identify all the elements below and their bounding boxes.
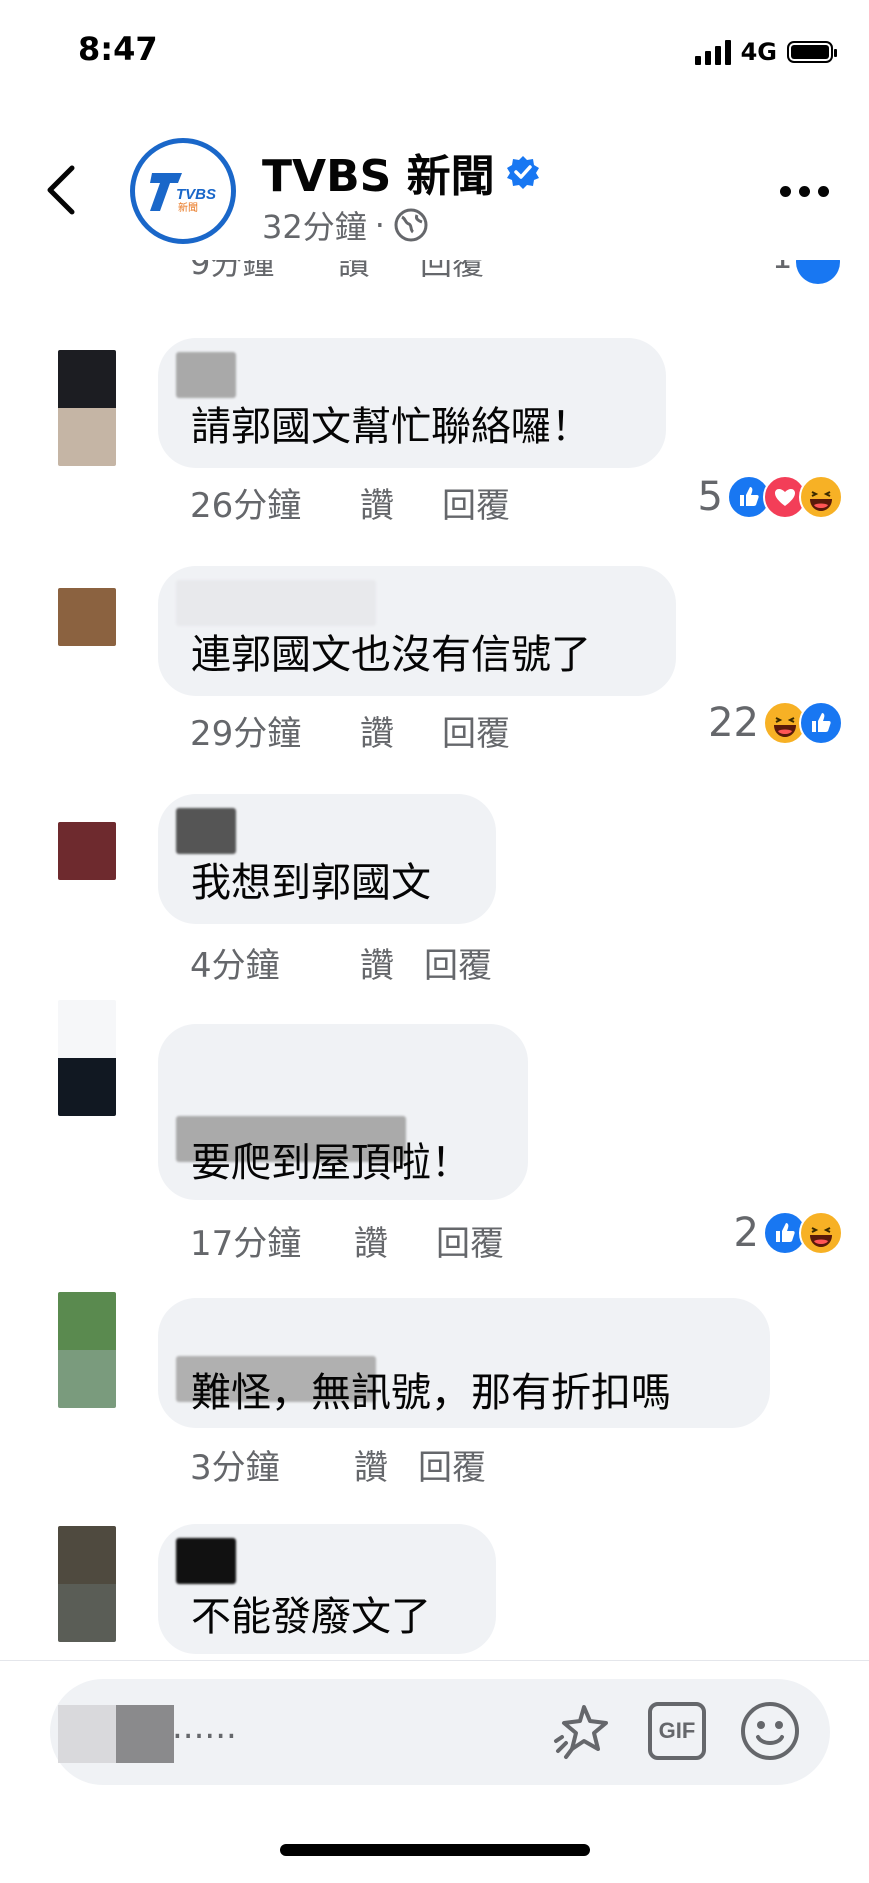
cut-off-comment-actions: 9分鐘 讚 回覆 1 [0,260,869,296]
reply-button[interactable]: 回覆 [442,478,510,527]
reply-button[interactable]: 回覆 [424,938,492,987]
commenter-avatar[interactable] [58,1292,116,1408]
commenter-name-redacted [176,352,236,398]
commenter-avatar[interactable] [58,350,116,466]
comment-actions: 26分鐘 讚 回覆 [190,478,510,527]
like-button[interactable]: 讚 [354,1216,436,1265]
post-time: 32分鐘 [262,208,367,246]
reactions-summary[interactable]: 22 [708,700,843,746]
commenter-name-redacted [176,580,376,626]
comment-time: 29分鐘 [190,714,302,754]
page-name-row: TVBS 新聞 [262,140,541,204]
comment-time: 4分鐘 [190,946,280,986]
commenter-avatar[interactable] [58,588,116,646]
comment-input-placeholder: ...... [172,1707,237,1747]
globe-icon [394,208,428,242]
like-button[interactable]: 讚 [360,478,442,527]
like-reaction-icon [799,701,843,745]
comment-text: 要爬到屋頂啦！ [191,1140,471,1186]
reply-button[interactable]: 回覆 [418,1440,486,1489]
like-button[interactable]: 讚 [360,938,424,987]
meta-separator: · [374,206,385,244]
page-avatar[interactable]: TVBS 新聞 [130,138,236,244]
cut-off-reply[interactable]: 回覆 [420,260,484,284]
reaction-count: 2 [733,1210,759,1256]
more-options-button[interactable] [780,186,829,197]
commenter-avatar[interactable] [58,1000,116,1116]
commenter-name-redacted [176,1538,236,1584]
haha-reaction-icon [799,1211,843,1255]
haha-reaction-icon [799,475,843,519]
network-type: 4G [740,38,777,66]
post-meta: 32分鐘 · [262,202,429,248]
comment-input[interactable]: ...... GIF [50,1679,830,1785]
status-bar: 8:47 4G [0,0,869,110]
reactions-summary[interactable]: 5 [698,474,843,520]
like-button[interactable]: 讚 [354,1440,418,1489]
emoji-icon[interactable] [738,1699,802,1763]
verified-badge-icon [506,156,539,189]
comment-actions: 3分鐘 讚 回覆 [190,1440,486,1489]
comment-time: 26分鐘 [190,486,302,526]
gif-label: GIF [658,1718,696,1743]
page-name[interactable]: TVBS 新聞 [262,140,495,204]
logo-subtext: 新聞 [178,201,198,213]
like-button[interactable]: 讚 [360,706,442,755]
comment-actions: 4分鐘 讚 回覆 [190,938,492,987]
reply-button[interactable]: 回覆 [442,706,510,755]
comment-time: 3分鐘 [190,1448,280,1488]
comment-bubble[interactable]: 請郭國文幫忙聯絡囉！ [158,338,666,468]
reply-button[interactable]: 回覆 [436,1216,504,1265]
comment-text: 請郭國文幫忙聯絡囉！ [191,404,591,450]
signal-strength-icon [694,39,731,65]
commenter-avatar[interactable] [58,822,116,880]
status-time: 8:47 [78,30,158,68]
comment-text: 我想到郭國文 [191,860,431,906]
comment-bubble[interactable]: 難怪，無訊號，那有折扣嗎 [158,1298,770,1428]
status-indicators: 4G [694,38,837,66]
avatar-sticker-icon[interactable] [552,1699,616,1763]
cut-off-like[interactable]: 讚 [338,260,370,284]
comment-bubble[interactable]: 要爬到屋頂啦！ [158,1024,528,1200]
home-indicator[interactable] [280,1844,590,1856]
like-reaction-icon [796,260,840,284]
commenter-avatar[interactable] [58,1526,116,1642]
composer-avatar-redacted [58,1705,174,1763]
logo-text: TVBS [176,186,216,203]
gif-icon[interactable]: GIF [648,1702,706,1760]
comment-text: 不能發廢文了 [191,1594,431,1640]
cut-off-count: 1 [772,260,792,276]
back-button[interactable] [38,160,88,220]
comment-actions: 17分鐘 讚 回覆 [190,1216,504,1265]
comment-bubble[interactable]: 我想到郭國文 [158,794,496,924]
reactions-summary[interactable]: 2 [734,1210,843,1256]
battery-icon [787,41,837,63]
post-header: TVBS 新聞 TVBS 新聞 32分鐘 · [0,110,869,260]
back-chevron-icon [47,165,75,215]
comment-text: 連郭國文也沒有信號了 [191,632,591,678]
reaction-count: 22 [708,700,759,746]
comment-bubble[interactable]: 連郭國文也沒有信號了 [158,566,676,696]
reaction-count: 5 [697,474,723,520]
composer-tools: GIF [552,1699,802,1763]
comment-actions: 29分鐘 讚 回覆 [190,706,510,755]
tvbs-logo: TVBS 新聞 [148,169,218,214]
comment-bubble[interactable]: 不能發廢文了 [158,1524,496,1654]
commenter-name-redacted [176,808,236,854]
comment-time: 17分鐘 [190,1224,302,1264]
comment-text: 難怪，無訊號，那有折扣嗎 [191,1370,671,1416]
more-dots-icon [780,186,791,197]
cut-off-time: 9分鐘 [190,260,275,282]
